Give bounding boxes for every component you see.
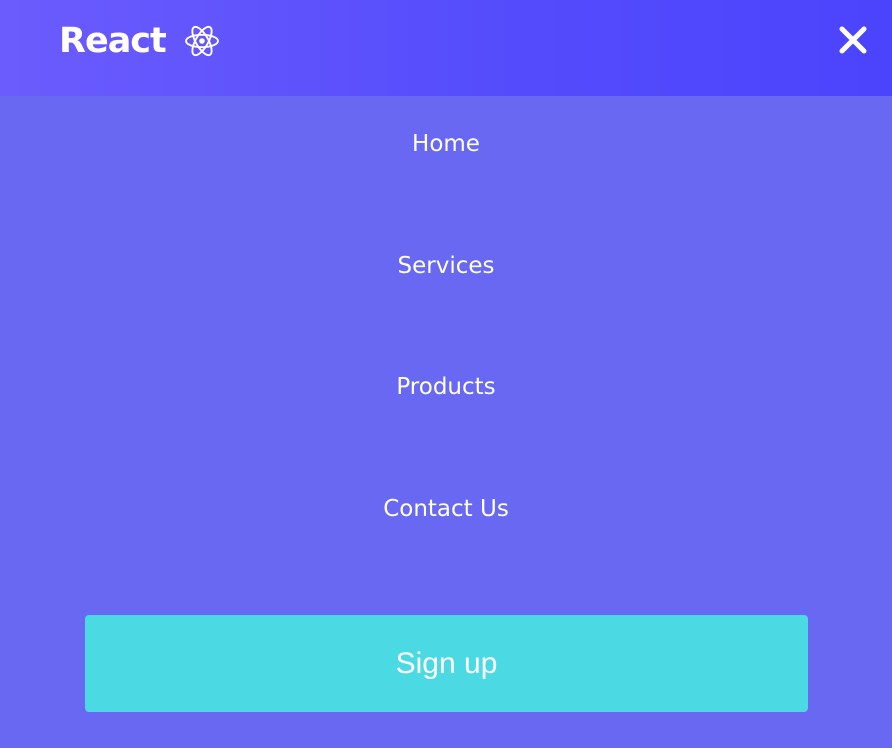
brand-name: React: [59, 21, 167, 61]
react-atom-icon: [184, 23, 220, 59]
close-icon: [839, 26, 867, 58]
menu-item-products: Products: [0, 339, 892, 461]
menu-item-contact: Contact Us: [0, 461, 892, 583]
nav-menu: Home Services Products Contact Us: [0, 96, 892, 582]
products-link[interactable]: Products: [0, 373, 892, 401]
mobile-menu-page: React Home Services Products Contact Us …: [0, 0, 892, 748]
contact-us-link[interactable]: Contact Us: [0, 495, 892, 523]
menu-item-home: Home: [0, 96, 892, 218]
signup-button[interactable]: Sign up: [85, 615, 808, 712]
menu-item-services: Services: [0, 218, 892, 340]
brand-logo-link[interactable]: React: [59, 19, 220, 63]
home-link[interactable]: Home: [0, 130, 892, 158]
navbar: React: [0, 0, 892, 96]
close-menu-button[interactable]: [834, 24, 872, 60]
services-link[interactable]: Services: [0, 252, 892, 280]
